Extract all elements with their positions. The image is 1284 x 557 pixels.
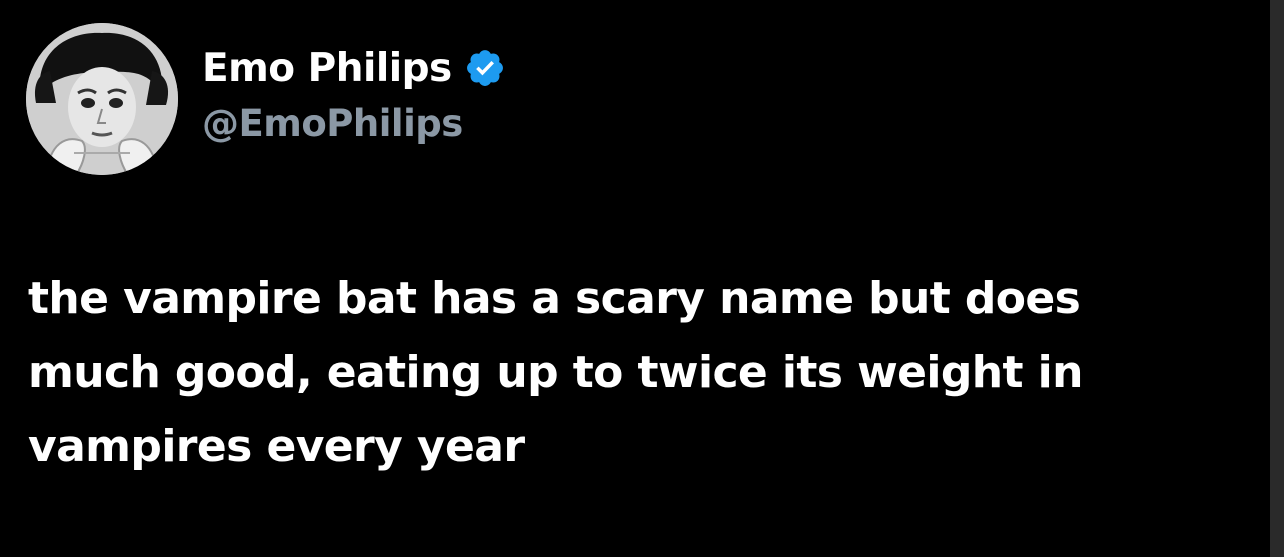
tweet-text-line: much good, eating up to twice its weight… <box>28 347 1083 398</box>
window-edge <box>1270 0 1284 557</box>
display-name[interactable]: Emo Philips <box>202 46 452 91</box>
tweet-card: Emo Philips @EmoPhilips the vampire bat … <box>0 0 1284 557</box>
profile-photo <box>26 23 178 175</box>
username-handle[interactable]: @EmoPhilips <box>202 102 463 145</box>
avatar[interactable] <box>26 23 178 175</box>
author-name-row: Emo Philips <box>202 40 506 96</box>
tweet-text-line: the vampire bat has a scary name but doe… <box>28 273 1081 324</box>
tweet-text-line: vampires every year <box>28 421 525 472</box>
verified-badge-icon[interactable] <box>464 47 506 89</box>
tweet-text: the vampire bat has a scary name but doe… <box>28 262 1248 484</box>
